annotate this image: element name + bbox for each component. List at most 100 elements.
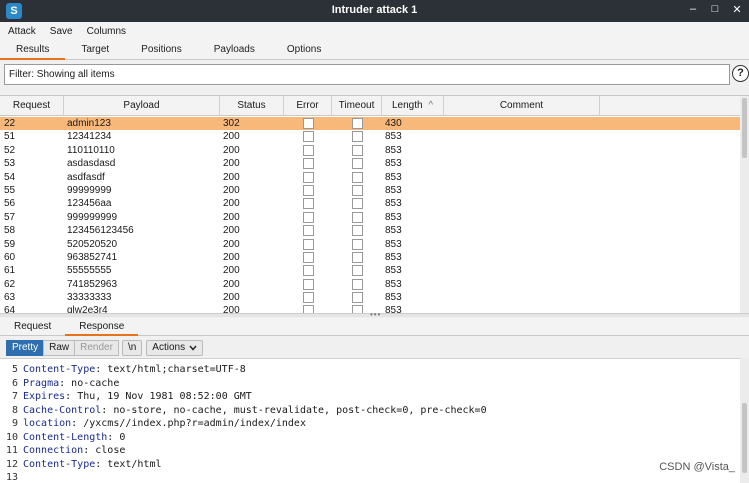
header-separator: : bbox=[65, 391, 78, 402]
close-icon[interactable]: ✕ bbox=[731, 3, 743, 16]
table-row[interactable]: 62 741852963 200 853 bbox=[0, 278, 740, 291]
table-row[interactable]: 63 33333333 200 853 bbox=[0, 291, 740, 304]
error-checkbox-cell bbox=[303, 130, 317, 143]
table-row[interactable]: 52 110110110 200 853 bbox=[0, 144, 740, 157]
timeout-checkbox bbox=[352, 144, 363, 156]
header-value: /yxcms//index.php?r=admin/index/index bbox=[83, 418, 306, 429]
newline-toggle-button[interactable]: \n bbox=[121, 340, 143, 356]
render-button[interactable]: Render bbox=[74, 340, 119, 356]
tab-response[interactable]: Response bbox=[65, 318, 139, 336]
column-status[interactable]: Status bbox=[220, 96, 284, 116]
header-name: Cache-Control bbox=[23, 404, 102, 416]
cell-status: 200 bbox=[223, 225, 240, 237]
title-bar: S Intruder attack 1 ‒ □ ✕ bbox=[0, 0, 749, 22]
timeout-checkbox-cell bbox=[352, 171, 366, 184]
cell-length: 430 bbox=[385, 118, 402, 129]
cell-request: 51 bbox=[4, 131, 16, 143]
column-length[interactable]: Length ^ bbox=[382, 96, 444, 116]
raw-button[interactable]: Raw bbox=[43, 340, 76, 356]
timeout-checkbox bbox=[352, 292, 363, 304]
error-checkbox-cell bbox=[303, 251, 317, 264]
column-comment[interactable]: Comment bbox=[444, 96, 600, 116]
column-timeout[interactable]: Timeout bbox=[332, 96, 382, 116]
table-row[interactable]: 59 520520520 200 853 bbox=[0, 238, 740, 251]
error-checkbox-cell bbox=[303, 264, 317, 277]
main-tabs: Results Target Positions Payloads Option… bbox=[0, 40, 749, 60]
cell-request: 59 bbox=[4, 238, 16, 250]
cell-request: 57 bbox=[4, 211, 16, 223]
cell-status: 200 bbox=[223, 211, 240, 223]
error-checkbox-cell bbox=[303, 224, 317, 237]
header-value: close bbox=[95, 445, 126, 456]
tab-payloads[interactable]: Payloads bbox=[198, 40, 271, 60]
cell-payload: 123456aa bbox=[67, 198, 112, 210]
table-row[interactable]: 53 asdasdasd 200 853 bbox=[0, 157, 740, 170]
timeout-checkbox bbox=[352, 131, 363, 143]
line-number: 8 bbox=[11, 404, 18, 416]
header-line-text: Connection: close bbox=[23, 444, 125, 458]
cell-payload: 520520520 bbox=[67, 238, 118, 250]
error-checkbox bbox=[303, 278, 314, 290]
line-number: 6 bbox=[11, 377, 18, 389]
header-line-text: Content-Type: text/html bbox=[23, 458, 161, 472]
filter-bar[interactable]: Filter: Showing all items bbox=[4, 64, 730, 85]
table-row[interactable]: 51 12341234 200 853 bbox=[0, 130, 740, 143]
line-number: 7 bbox=[11, 391, 18, 402]
table-scroll-thumb[interactable] bbox=[742, 98, 747, 158]
table-body: 22 admin123 302 430 51 12341234 200 853 52 110110… bbox=[0, 117, 740, 314]
editor-scroll-thumb[interactable] bbox=[742, 403, 747, 473]
tab-options[interactable]: Options bbox=[271, 40, 337, 60]
timeout-checkbox bbox=[352, 171, 363, 183]
cell-length: 853 bbox=[385, 225, 402, 237]
cell-payload: 741852963 bbox=[67, 278, 118, 290]
results-table: Request Payload Status Error Timeout Len… bbox=[0, 95, 749, 314]
error-checkbox bbox=[303, 265, 314, 277]
table-row[interactable]: 56 123456aa 200 853 bbox=[0, 197, 740, 210]
error-checkbox bbox=[303, 251, 314, 263]
timeout-checkbox-cell bbox=[352, 238, 366, 251]
timeout-checkbox-cell bbox=[352, 197, 366, 210]
cell-request: 52 bbox=[4, 144, 16, 156]
error-checkbox bbox=[303, 118, 314, 129]
column-error[interactable]: Error bbox=[284, 96, 332, 116]
table-row[interactable]: 55 99999999 200 853 bbox=[0, 184, 740, 197]
pretty-button[interactable]: Pretty bbox=[6, 340, 45, 356]
maximize-icon[interactable]: □ bbox=[709, 3, 721, 16]
help-icon[interactable]: ? bbox=[732, 65, 749, 82]
tab-positions[interactable]: Positions bbox=[125, 40, 198, 60]
table-row[interactable]: 22 admin123 302 430 bbox=[0, 117, 740, 131]
table-scrollbar[interactable] bbox=[740, 96, 749, 314]
timeout-checkbox-cell bbox=[352, 144, 366, 157]
tab-results[interactable]: Results bbox=[0, 40, 66, 60]
tab-request[interactable]: Request bbox=[0, 318, 65, 336]
actions-button[interactable]: Actions bbox=[146, 340, 204, 356]
cell-request: 58 bbox=[4, 225, 16, 237]
line-number: 12 bbox=[5, 458, 18, 470]
table-row[interactable]: 58 123456123456 200 853 bbox=[0, 224, 740, 237]
table-row[interactable]: 60 963852741 200 853 bbox=[0, 251, 740, 264]
error-checkbox bbox=[303, 184, 314, 196]
cell-request: 53 bbox=[4, 158, 16, 170]
timeout-checkbox-cell bbox=[352, 130, 366, 143]
timeout-checkbox-cell bbox=[352, 291, 366, 304]
menu-attack[interactable]: Attack bbox=[8, 26, 36, 37]
cell-request: 60 bbox=[4, 251, 16, 263]
timeout-checkbox bbox=[352, 118, 363, 129]
tab-target[interactable]: Target bbox=[65, 40, 125, 60]
header-name: Content-Length bbox=[23, 431, 108, 443]
menu-columns[interactable]: Columns bbox=[87, 26, 126, 37]
menu-save[interactable]: Save bbox=[50, 26, 73, 37]
header-value: text/html;charset=UTF-8 bbox=[107, 364, 246, 375]
cell-length: 853 bbox=[385, 171, 402, 183]
editor-scrollbar[interactable] bbox=[740, 358, 749, 483]
table-row[interactable]: 57 999999999 200 853 bbox=[0, 211, 740, 224]
table-row[interactable]: 61 55555555 200 853 bbox=[0, 264, 740, 277]
table-row[interactable]: 54 asdfasdf 200 853 bbox=[0, 171, 740, 184]
column-payload[interactable]: Payload bbox=[64, 96, 220, 116]
line-number: 10 bbox=[5, 431, 18, 443]
column-request[interactable]: Request bbox=[0, 96, 64, 116]
timeout-checkbox-cell bbox=[352, 211, 366, 224]
response-editor[interactable]: 5 Content-Type: text/html;charset=UTF-8 6 P… bbox=[0, 358, 740, 483]
minimize-icon[interactable]: ‒ bbox=[687, 3, 699, 16]
error-checkbox bbox=[303, 211, 314, 223]
